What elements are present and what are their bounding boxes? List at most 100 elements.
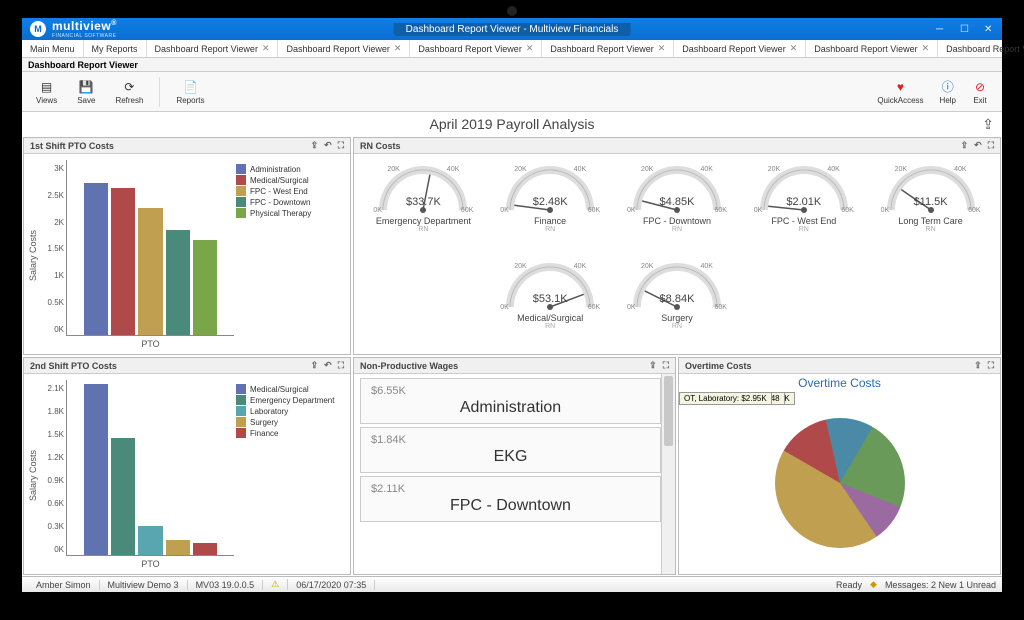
gauge: 0K 20K 40K 60K $53.1K Medical/SurgicalRN xyxy=(489,257,612,348)
undo-icon[interactable]: ↶ xyxy=(324,140,332,151)
chart-title: Overtime Costs xyxy=(798,374,881,392)
undo-icon[interactable]: ↶ xyxy=(324,360,332,371)
status-bar: Amber Simon Multiview Demo 3 MV03 19.0.0… xyxy=(22,576,1002,592)
bar[interactable] xyxy=(138,208,162,335)
status-ready: Ready xyxy=(836,580,862,590)
gauge: 0K 20K 40K 60K $33.7K Emergency Departme… xyxy=(362,160,485,251)
refresh-icon: ⟳ xyxy=(121,79,137,95)
document-tab[interactable]: Dashboard Report Viewer✕ xyxy=(938,40,1024,57)
export-icon[interactable]: ⇪ xyxy=(961,140,969,151)
panel-shift2: 2nd Shift PTO Costs ⇪↶⛶ Salary Costs 2.1… xyxy=(23,357,351,575)
exit-button[interactable]: ⊘Exit xyxy=(964,77,996,107)
bar[interactable] xyxy=(166,540,190,555)
maximize-icon[interactable]: ⛶ xyxy=(663,360,669,371)
bar[interactable] xyxy=(111,438,135,555)
window-maximize-icon[interactable]: ☐ xyxy=(960,24,970,34)
warning-icon: ⚠ xyxy=(263,579,288,590)
bar[interactable] xyxy=(193,543,217,556)
document-tab[interactable]: My Reports xyxy=(84,40,147,57)
bar[interactable] xyxy=(193,240,217,335)
message-icon[interactable]: ◆ xyxy=(870,579,877,590)
document-tab[interactable]: Dashboard Report Viewer✕ xyxy=(674,40,806,57)
status-user: Amber Simon xyxy=(28,580,100,590)
panel-title: RN Costs xyxy=(360,141,401,151)
x-axis-label: PTO xyxy=(67,339,234,349)
gauge: 0K 20K 40K 60K $2.01K FPC - West EndRN xyxy=(742,160,865,251)
window-minimize-icon[interactable]: ─ xyxy=(936,24,946,34)
help-icon: ⓘ xyxy=(940,79,956,95)
wage-card[interactable]: $2.11KFPC - Downtown xyxy=(360,476,661,522)
export-page-icon[interactable]: ⇪ xyxy=(982,116,994,133)
maximize-icon[interactable]: ⛶ xyxy=(988,360,994,371)
legend-item: Administration xyxy=(236,164,344,174)
close-tab-icon[interactable]: ✕ xyxy=(526,43,534,54)
gauge: 0K 20K 40K 60K $11.5K Long Term CareRN xyxy=(869,160,992,251)
panel-non-productive-wages: Non-Productive Wages ⇪⛶ $6.55KAdministra… xyxy=(353,357,676,575)
scrollbar[interactable] xyxy=(661,374,675,574)
export-icon[interactable]: ⇪ xyxy=(311,140,319,151)
wage-card[interactable]: $6.55KAdministration xyxy=(360,378,661,424)
status-env: Multiview Demo 3 xyxy=(100,580,188,590)
save-icon: 💾 xyxy=(78,79,94,95)
document-tab[interactable]: Dashboard Report Viewer✕ xyxy=(806,40,938,57)
bar[interactable] xyxy=(166,230,190,335)
legend-item: Medical/Surgical xyxy=(236,384,344,394)
panel-shift1: 1st Shift PTO Costs ⇪↶⛶ Salary Costs 3K2… xyxy=(23,137,351,355)
legend-item: Emergency Department xyxy=(236,395,344,405)
panel-overtime: Overtime Costs ⇪⛶ Overtime Costs OT, FPC… xyxy=(678,357,1001,575)
status-version: MV03 19.0.0.5 xyxy=(188,580,264,590)
reports-button[interactable]: 📄Reports xyxy=(168,77,212,107)
close-tab-icon[interactable]: ✕ xyxy=(922,43,930,54)
close-tab-icon[interactable]: ✕ xyxy=(658,43,666,54)
document-tabs: Main MenuMy ReportsDashboard Report View… xyxy=(22,40,1002,58)
document-tab[interactable]: Dashboard Report Viewer✕ xyxy=(147,40,279,57)
legend-item: FPC - Downtown xyxy=(236,197,344,207)
legend-item: Physical Therapy xyxy=(236,208,344,218)
bar[interactable] xyxy=(111,188,135,336)
grid-icon: ▤ xyxy=(39,79,55,95)
undo-icon[interactable]: ↶ xyxy=(974,140,982,151)
export-icon[interactable]: ⇪ xyxy=(311,360,319,371)
save-button[interactable]: 💾Save xyxy=(69,77,103,107)
page-title: April 2019 Payroll Analysis ⇪ xyxy=(22,112,1002,136)
close-tab-icon[interactable]: ✕ xyxy=(394,43,402,54)
maximize-icon[interactable]: ⛶ xyxy=(988,140,994,151)
bar[interactable] xyxy=(84,384,108,555)
close-tab-icon[interactable]: ✕ xyxy=(790,43,798,54)
quickaccess-button[interactable]: ♥QuickAccess xyxy=(869,77,931,107)
document-tab[interactable]: Main Menu xyxy=(22,40,84,57)
gauge: 0K 20K 40K 60K $2.48K FinanceRN xyxy=(489,160,612,251)
bar[interactable] xyxy=(84,183,108,336)
panel-title: Overtime Costs xyxy=(685,361,752,371)
panel-title: 1st Shift PTO Costs xyxy=(30,141,114,151)
brand-tagline: FINANCIAL SOFTWARE xyxy=(52,33,117,39)
status-time: 06/17/2020 07:35 xyxy=(288,580,375,590)
maximize-icon[interactable]: ⛶ xyxy=(338,140,344,151)
export-icon[interactable]: ⇪ xyxy=(974,360,982,371)
panel-title: 2nd Shift PTO Costs xyxy=(30,361,117,371)
pie-callout: OT, Laboratory: $2.95K xyxy=(679,392,772,405)
window-close-icon[interactable]: ✕ xyxy=(984,24,994,34)
help-button[interactable]: ⓘHelp xyxy=(932,77,964,107)
maximize-icon[interactable]: ⛶ xyxy=(338,360,344,371)
document-tab[interactable]: Dashboard Report Viewer✕ xyxy=(410,40,542,57)
views-button[interactable]: ▤Views xyxy=(28,77,65,107)
export-icon[interactable]: ⇪ xyxy=(649,360,657,371)
refresh-button[interactable]: ⟳Refresh xyxy=(107,77,151,107)
close-tab-icon[interactable]: ✕ xyxy=(262,43,270,54)
status-messages[interactable]: Messages: 2 New 1 Unread xyxy=(885,580,996,590)
brand-name: multiview xyxy=(52,19,111,33)
heart-icon: ♥ xyxy=(892,79,908,95)
gauge: 0K 20K 40K 60K $4.85K FPC - DowntownRN xyxy=(616,160,739,251)
pie-chart[interactable] xyxy=(775,418,905,548)
document-tab[interactable]: Dashboard Report Viewer✕ xyxy=(278,40,410,57)
exit-icon: ⊘ xyxy=(972,79,988,95)
toolbar: ▤Views 💾Save ⟳Refresh 📄Reports ♥QuickAcc… xyxy=(22,72,1002,112)
wage-card[interactable]: $1.84KEKG xyxy=(360,427,661,473)
document-tab[interactable]: Dashboard Report Viewer✕ xyxy=(542,40,674,57)
sub-title-bar: Dashboard Report Viewer xyxy=(22,58,1002,72)
legend-item: Laboratory xyxy=(236,406,344,416)
y-axis-label: Salary Costs xyxy=(28,380,38,570)
x-axis-label: PTO xyxy=(67,559,234,569)
bar[interactable] xyxy=(138,526,162,555)
